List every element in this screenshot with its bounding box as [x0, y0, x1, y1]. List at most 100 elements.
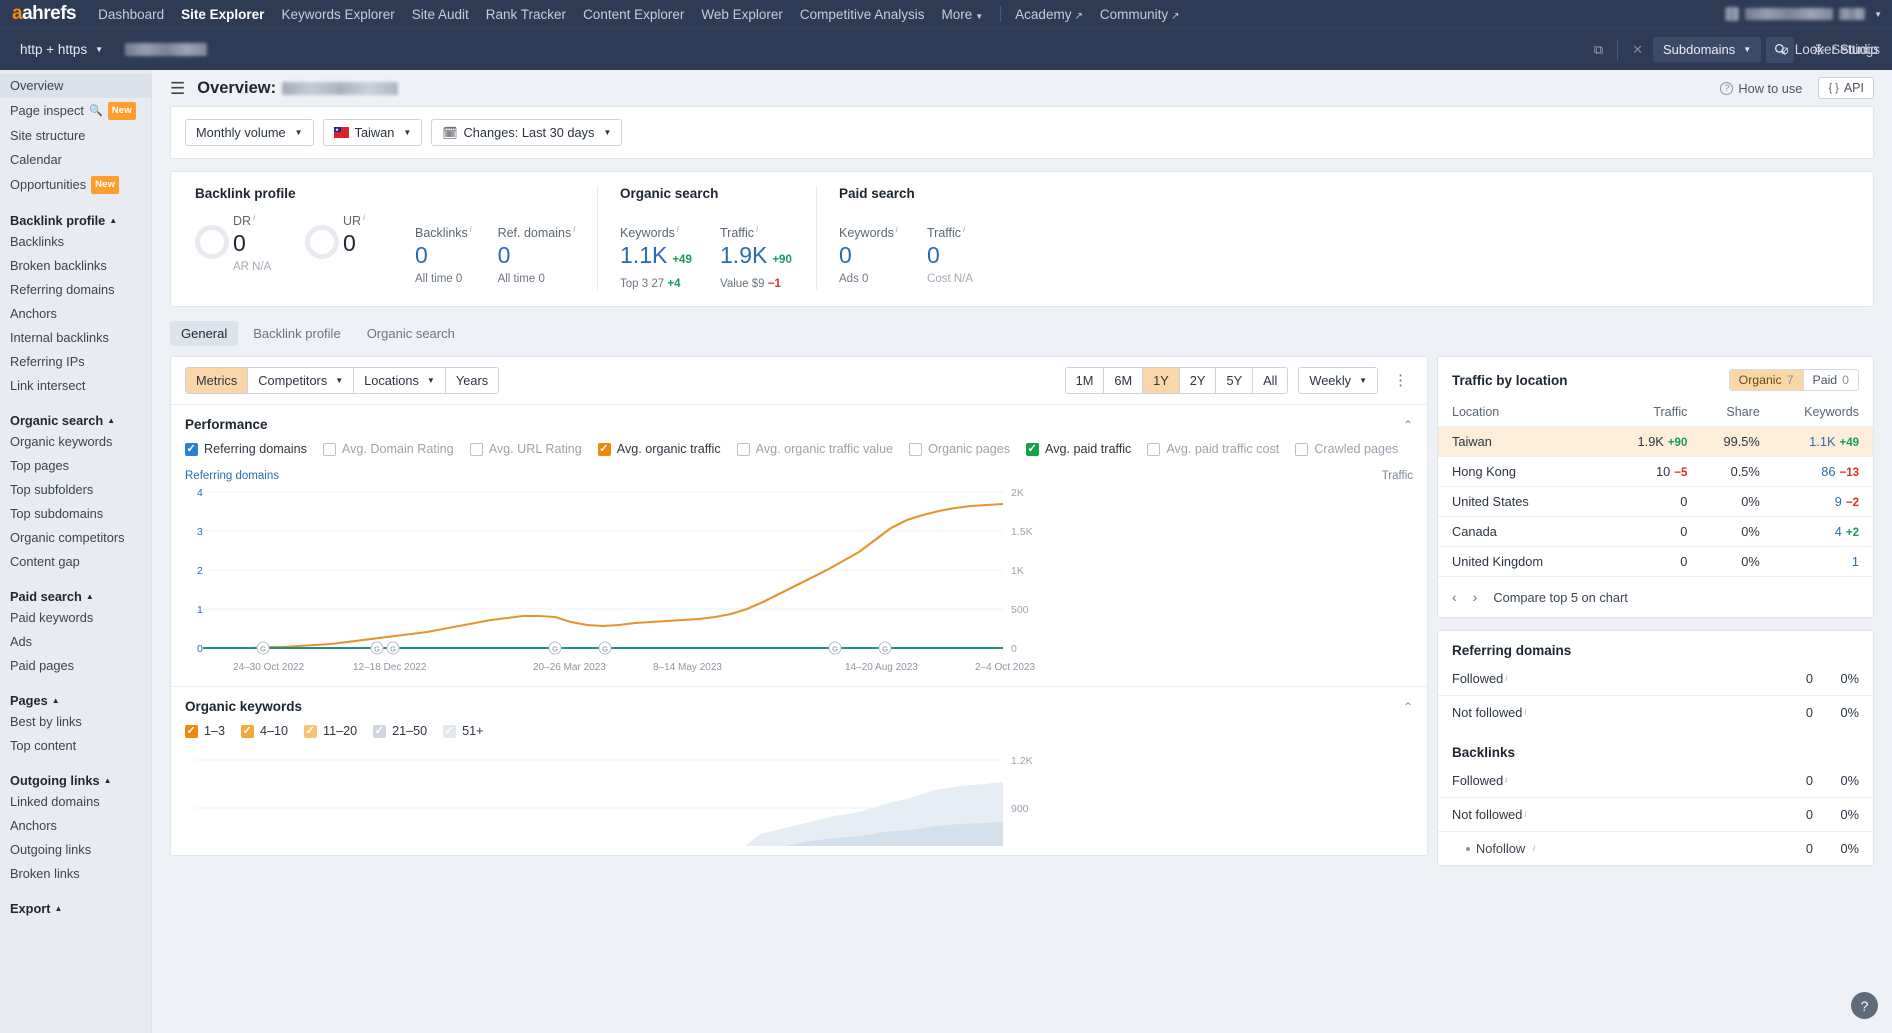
- referring-domains-notfollowed-row[interactable]: Not followed i 0 0%: [1438, 695, 1873, 729]
- sidebar-item-paid-pages[interactable]: Paid pages: [0, 654, 151, 678]
- sidebar-item-link-intersect[interactable]: Link intersect: [0, 374, 151, 398]
- info-icon[interactable]: i: [470, 225, 472, 234]
- nav-site-audit[interactable]: Site Audit: [412, 7, 469, 22]
- chart-view-locations[interactable]: Locations ▼: [354, 368, 446, 394]
- filter-date-range[interactable]: 🗓 Changes: Last 30 days ▼: [431, 119, 623, 146]
- sidebar-item-internal-backlinks[interactable]: Internal backlinks: [0, 326, 151, 350]
- ahrefs-logo[interactable]: aahrefsahrefs: [12, 3, 77, 25]
- sidebar-item-broken-backlinks[interactable]: Broken backlinks: [0, 254, 151, 278]
- sidebar-item-top-content[interactable]: Top content: [0, 734, 151, 758]
- tab-organic-search[interactable]: Organic search: [356, 321, 466, 346]
- info-icon[interactable]: i: [963, 225, 965, 234]
- checkbox-avg-organic-traffic[interactable]: Avg. organic traffic: [597, 442, 721, 456]
- sidebar-item-backlinks[interactable]: Backlinks: [0, 230, 151, 254]
- sidebar-item-organic-competitors[interactable]: Organic competitors: [0, 526, 151, 550]
- info-icon[interactable]: i: [1505, 776, 1507, 785]
- sidebar-group-organic-search[interactable]: Organic search ▲: [0, 407, 151, 430]
- checkbox-avg-url-rating[interactable]: Avg. URL Rating: [469, 442, 582, 456]
- api-button[interactable]: { } API: [1818, 77, 1874, 99]
- info-icon[interactable]: i: [1505, 674, 1507, 683]
- range-1m[interactable]: 1M: [1065, 368, 1105, 394]
- table-row[interactable]: Hong Kong 10 −5 0.5% 86 −13: [1438, 456, 1873, 487]
- chart-view-years[interactable]: Years: [445, 368, 499, 394]
- range-all[interactable]: All: [1253, 368, 1288, 394]
- nav-more[interactable]: More ▼: [941, 7, 983, 22]
- sidebar-group-outgoing-links[interactable]: Outgoing links ▲: [0, 767, 151, 790]
- sidebar-item-referring-domains[interactable]: Referring domains: [0, 278, 151, 302]
- sidebar-item-top-subfolders[interactable]: Top subfolders: [0, 478, 151, 502]
- sidebar-item-opportunities[interactable]: Opportunities New: [0, 172, 151, 198]
- sidebar-item-top-subdomains[interactable]: Top subdomains: [0, 502, 151, 526]
- bucket-4-10[interactable]: 4–10: [241, 724, 288, 738]
- sidebar-item-outgoing-links[interactable]: Outgoing links: [0, 838, 151, 862]
- info-icon[interactable]: i: [1524, 708, 1526, 717]
- sidebar-item-linked-domains[interactable]: Linked domains: [0, 790, 151, 814]
- toggle-paid[interactable]: Paid 0: [1804, 370, 1858, 390]
- nav-competitive-analysis[interactable]: Competitive Analysis: [800, 7, 925, 22]
- bucket-51-plus[interactable]: 51+: [443, 724, 484, 738]
- sidebar-item-outgoing-anchors[interactable]: Anchors: [0, 814, 151, 838]
- chart-more-options-icon[interactable]: ⋮: [1388, 373, 1413, 388]
- checkbox-avg-organic-traffic-value[interactable]: Avg. organic traffic value: [736, 442, 893, 456]
- nav-dashboard[interactable]: Dashboard: [98, 7, 164, 22]
- prev-page-icon[interactable]: ‹: [1452, 589, 1457, 605]
- chart-view-metrics[interactable]: Metrics: [186, 368, 249, 394]
- table-row[interactable]: United Kingdom 0 0% 1: [1438, 546, 1873, 577]
- backlinks-nofollow-row[interactable]: Nofollow i 0 0%: [1438, 831, 1873, 865]
- granularity-selector[interactable]: Weekly ▼: [1299, 368, 1377, 394]
- col-traffic[interactable]: Traffic: [1609, 401, 1701, 427]
- range-1y[interactable]: 1Y: [1143, 368, 1180, 394]
- backlinks-followed-row[interactable]: Followed i 0 0%: [1438, 764, 1873, 797]
- checkbox-avg-paid-traffic[interactable]: Avg. paid traffic: [1026, 442, 1131, 456]
- collapse-organic-keywords-icon[interactable]: ⌃: [1403, 700, 1413, 714]
- nav-content-explorer[interactable]: Content Explorer: [583, 7, 684, 22]
- info-icon[interactable]: i: [677, 225, 679, 234]
- sidebar-item-paid-keywords[interactable]: Paid keywords: [0, 606, 151, 630]
- info-icon[interactable]: i: [1533, 844, 1535, 853]
- tab-general[interactable]: General: [170, 321, 239, 347]
- col-keywords[interactable]: Keywords: [1774, 401, 1873, 427]
- table-row[interactable]: Taiwan 1.9K +90 99.5% 1.1K +49: [1438, 426, 1873, 457]
- performance-chart[interactable]: Referring domains Traffic 4 3 2 1 0 2K 1…: [171, 466, 1427, 686]
- scope-selector[interactable]: Subdomains ▼: [1653, 37, 1762, 62]
- account-menu[interactable]: ▼: [1725, 7, 1882, 21]
- filter-monthly-volume[interactable]: Monthly volume ▼: [185, 119, 314, 146]
- sidebar-item-page-inspect[interactable]: Page inspect 🔍 New: [0, 98, 151, 124]
- info-icon[interactable]: i: [1524, 810, 1526, 819]
- target-url-input[interactable]: [119, 36, 520, 63]
- info-icon[interactable]: i: [756, 225, 758, 234]
- nav-rank-tracker[interactable]: Rank Tracker: [486, 7, 566, 22]
- compare-top-5-label[interactable]: Compare top 5 on chart: [1493, 590, 1627, 605]
- help-button[interactable]: ?: [1851, 992, 1878, 1019]
- backlinks-notfollowed-row[interactable]: Not followed i 0 0%: [1438, 797, 1873, 831]
- info-icon[interactable]: i: [573, 225, 575, 234]
- sidebar-group-pages[interactable]: Pages ▲: [0, 687, 151, 710]
- sidebar-item-best-by-links[interactable]: Best by links: [0, 710, 151, 734]
- sidebar-item-anchors[interactable]: Anchors: [0, 302, 151, 326]
- tab-backlink-profile[interactable]: Backlink profile: [242, 321, 351, 346]
- nav-site-explorer[interactable]: Site Explorer: [181, 7, 264, 22]
- sidebar-item-site-structure[interactable]: Site structure: [0, 124, 151, 148]
- sidebar-item-broken-links[interactable]: Broken links: [0, 862, 151, 886]
- info-icon[interactable]: i: [363, 213, 365, 222]
- referring-domains-followed-row[interactable]: Followed i 0 0%: [1438, 662, 1873, 695]
- checkbox-crawled-pages[interactable]: Crawled pages: [1295, 442, 1398, 456]
- sidebar-item-organic-keywords[interactable]: Organic keywords: [0, 430, 151, 454]
- range-5y[interactable]: 5Y: [1216, 368, 1254, 394]
- table-row[interactable]: Canada 0 0% 4 +2: [1438, 516, 1873, 547]
- info-icon[interactable]: i: [896, 225, 898, 234]
- how-to-use-button[interactable]: ? How to use: [1720, 81, 1802, 96]
- filter-country[interactable]: Taiwan ▼: [322, 119, 423, 146]
- col-location[interactable]: Location: [1438, 401, 1609, 427]
- sidebar-item-overview[interactable]: Overview: [0, 74, 151, 98]
- bucket-21-50[interactable]: 21–50: [373, 724, 427, 738]
- toggle-organic[interactable]: Organic 7: [1729, 370, 1804, 391]
- sidebar-group-export[interactable]: Export ▲: [0, 895, 151, 918]
- col-share[interactable]: Share: [1701, 401, 1773, 427]
- bucket-1-3[interactable]: 1–3: [185, 724, 225, 738]
- checkbox-referring-domains[interactable]: Referring domains: [185, 442, 307, 456]
- clear-target-icon[interactable]: ✕: [1632, 42, 1643, 58]
- nav-web-explorer[interactable]: Web Explorer: [701, 7, 783, 22]
- checkbox-avg-domain-rating[interactable]: Avg. Domain Rating: [322, 442, 454, 456]
- sidebar-item-calendar[interactable]: Calendar: [0, 148, 151, 172]
